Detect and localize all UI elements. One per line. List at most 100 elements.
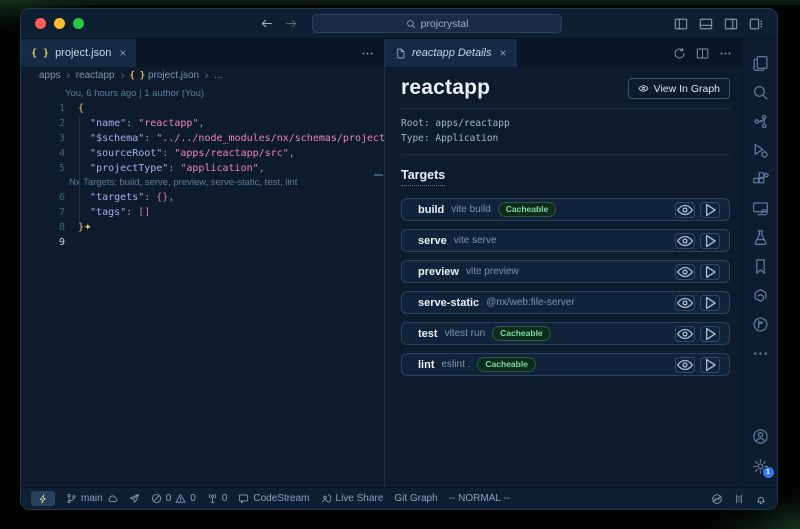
run-target-button[interactable] xyxy=(700,264,720,280)
project-title: reactapp xyxy=(401,76,490,100)
source-control-icon[interactable] xyxy=(743,107,777,136)
zoom-window-button[interactable] xyxy=(73,18,84,29)
codestream-statusbar-item[interactable]: CodeStream xyxy=(238,493,309,504)
run-target-button[interactable] xyxy=(700,295,720,311)
ports-count: 0 xyxy=(222,493,228,504)
copilot-sparkle-icon: ✦ xyxy=(84,223,92,233)
toggle-sidebar-icon[interactable] xyxy=(674,17,688,31)
warning-count: 0 xyxy=(190,493,196,504)
git-branch-statusbar-item[interactable]: main xyxy=(66,493,118,504)
git-blame-lens: You, 6 hours ago | 1 author (You) xyxy=(21,87,384,101)
target-row-lint[interactable]: linteslint .Cacheable xyxy=(401,353,730,376)
files-icon[interactable] xyxy=(743,49,777,78)
breadcrumb-item[interactable]: apps xyxy=(39,70,61,81)
back-icon[interactable] xyxy=(260,17,273,30)
tab-project-json[interactable]: { } project.json × xyxy=(21,39,136,67)
toggle-panel-icon[interactable] xyxy=(699,17,713,31)
formatter-icon[interactable] xyxy=(733,493,745,505)
target-command: vite preview xyxy=(466,266,519,277)
run-target-button[interactable] xyxy=(700,202,720,218)
warning-icon xyxy=(175,493,186,504)
right-tabbar: reactapp Details × xyxy=(385,39,742,67)
code-editor[interactable]: You, 6 hours ago | 1 author (You)1{2 "na… xyxy=(21,84,384,487)
code-text: }✦ xyxy=(78,220,92,235)
search-icon[interactable] xyxy=(743,78,777,107)
target-row-serve[interactable]: servevite serve xyxy=(401,229,730,252)
more-icon[interactable] xyxy=(743,339,777,368)
view-target-button[interactable] xyxy=(675,357,695,373)
breadcrumb-item[interactable]: project.json xyxy=(148,70,199,81)
close-tab-icon[interactable]: × xyxy=(500,47,507,59)
refresh-icon[interactable] xyxy=(673,47,686,60)
type-value: Application xyxy=(435,133,498,144)
target-command: vitest run xyxy=(445,328,486,339)
run-target-button[interactable] xyxy=(700,326,720,342)
code-line: 1{ xyxy=(21,101,384,116)
line-number: 7 xyxy=(21,205,65,220)
target-actions xyxy=(675,233,720,249)
more-actions-icon[interactable] xyxy=(361,47,374,60)
settings-gear-icon[interactable]: 1 xyxy=(752,458,769,475)
tab-reactapp-details[interactable]: reactapp Details × xyxy=(385,39,517,67)
view-target-button[interactable] xyxy=(675,295,695,311)
target-row-preview[interactable]: preview vite preview xyxy=(401,260,730,283)
notifications-bell-icon[interactable] xyxy=(755,493,767,505)
command-center-search[interactable]: projcrystal xyxy=(312,14,562,33)
gitgraph-statusbar-item[interactable]: Git Graph xyxy=(394,493,437,504)
targets-list: buildvite buildCacheable servevite serve p… xyxy=(401,198,730,376)
view-in-graph-button[interactable]: View In Graph xyxy=(628,78,730,99)
liveshare-icon xyxy=(321,493,332,504)
line-number: 3 xyxy=(21,131,65,146)
target-row-build[interactable]: buildvite buildCacheable xyxy=(401,198,730,221)
close-window-button[interactable] xyxy=(35,18,46,29)
target-name: test xyxy=(418,328,438,340)
code-text: "name": "reactapp", xyxy=(78,116,204,131)
more-actions-icon[interactable] xyxy=(719,47,732,60)
code-text: "$schema": "../../node_modules/nx/schema… xyxy=(78,131,384,146)
extensions-icon[interactable] xyxy=(743,165,777,194)
vim-mode-statusbar-item[interactable]: -- NORMAL -- xyxy=(449,493,510,504)
minimize-window-button[interactable] xyxy=(54,18,65,29)
view-target-button[interactable] xyxy=(675,326,695,342)
ports-statusbar-item[interactable]: 0 xyxy=(207,493,228,504)
view-target-button[interactable] xyxy=(675,233,695,249)
code-line: 8}✦ xyxy=(21,220,384,235)
run-debug-icon[interactable] xyxy=(743,136,777,165)
run-target-button[interactable] xyxy=(700,233,720,249)
copilot-icon[interactable] xyxy=(711,493,723,505)
bookmark-icon[interactable] xyxy=(743,252,777,281)
target-actions xyxy=(675,326,720,342)
run-target-button[interactable] xyxy=(700,357,720,373)
sync-cloud-icon xyxy=(107,493,118,504)
nx-targets-codelens[interactable]: Nx Targets: build, serve, preview, serve… xyxy=(21,176,384,190)
history-nav xyxy=(260,17,298,30)
forward-icon[interactable] xyxy=(285,17,298,30)
problems-statusbar-item[interactable]: 0 0 xyxy=(151,493,196,504)
customize-layout-icon[interactable] xyxy=(749,17,763,31)
nx-console-icon[interactable] xyxy=(743,281,777,310)
view-target-button[interactable] xyxy=(675,264,695,280)
target-command: vite build xyxy=(451,204,490,215)
breadcrumb-item[interactable]: reactapp xyxy=(76,70,115,81)
json-file-icon: { } xyxy=(31,48,49,59)
publish-statusbar-item[interactable] xyxy=(129,493,140,504)
gitlens-icon[interactable] xyxy=(743,310,777,339)
target-row-test[interactable]: testvitest runCacheable xyxy=(401,322,730,345)
root-value: apps/reactapp xyxy=(435,118,509,129)
breadcrumb-item[interactable]: ... xyxy=(214,70,222,81)
nx-bolt-statusbar-item[interactable] xyxy=(31,491,55,506)
account-icon[interactable] xyxy=(752,428,769,445)
target-row-serve-static[interactable]: serve-static@nx/web:file-server xyxy=(401,291,730,314)
beaker-icon[interactable] xyxy=(743,223,777,252)
toggle-secondary-sidebar-icon[interactable] xyxy=(724,17,738,31)
tab-label: project.json xyxy=(55,47,111,59)
remote-icon[interactable] xyxy=(743,194,777,223)
target-name: preview xyxy=(418,266,459,278)
code-line: 4 "sourceRoot": "apps/reactapp/src", xyxy=(21,146,384,161)
split-editor-icon[interactable] xyxy=(696,47,709,60)
root-label: Root: xyxy=(401,118,430,129)
liveshare-statusbar-item[interactable]: Live Share xyxy=(321,493,384,504)
line-number: 4 xyxy=(21,146,65,161)
view-target-button[interactable] xyxy=(675,202,695,218)
close-tab-icon[interactable]: × xyxy=(119,47,126,59)
